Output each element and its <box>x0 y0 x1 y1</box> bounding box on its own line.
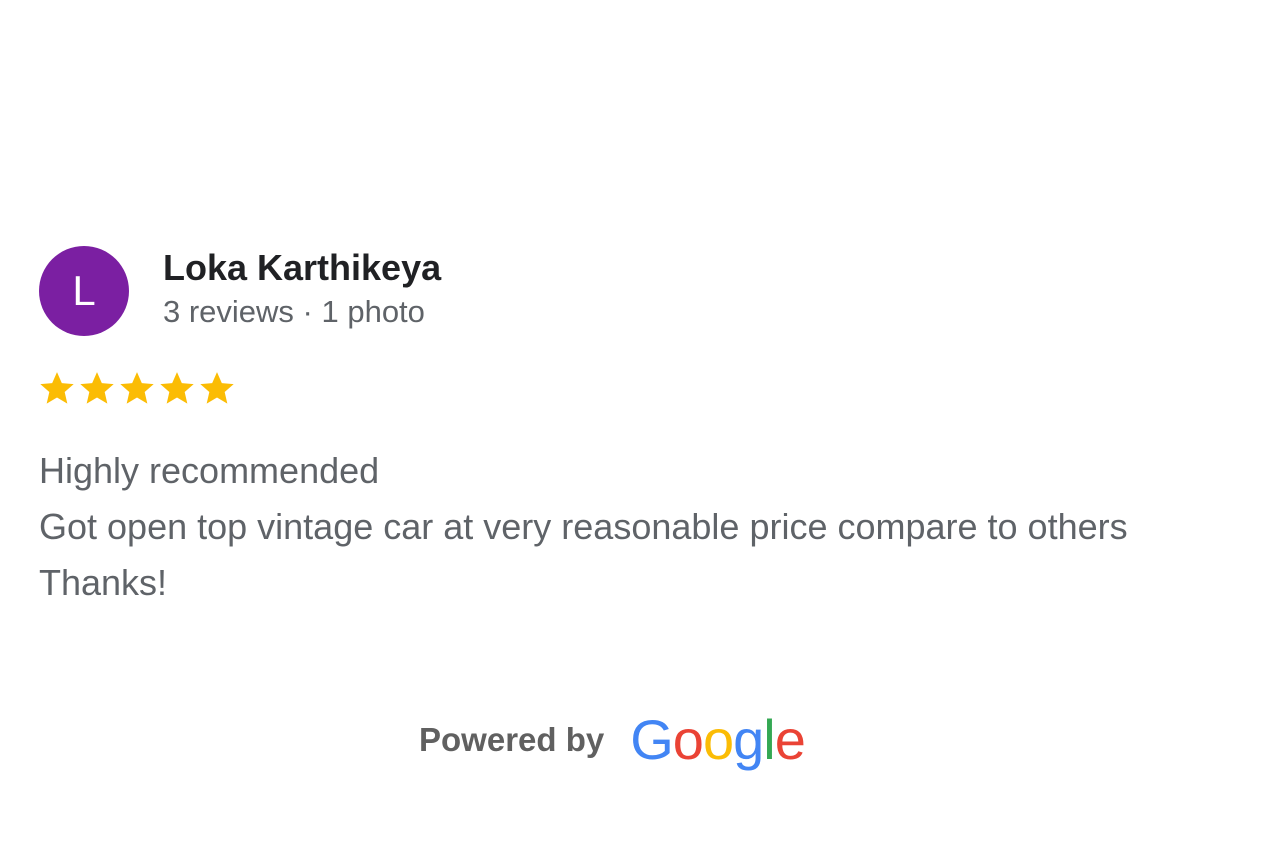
star-icon <box>200 372 234 404</box>
review-line: Highly recommended <box>39 450 380 491</box>
star-rating <box>37 368 237 408</box>
reviewer-meta: 3 reviews · 1 photo <box>163 294 425 329</box>
avatar-initial: L <box>72 267 96 314</box>
google-logo-letter: e <box>774 708 806 771</box>
review-line: Got open top vintage car at very reasona… <box>39 506 1128 547</box>
google-logo-letter: l <box>763 708 775 771</box>
avatar[interactable]: L <box>39 246 129 336</box>
star-icon <box>120 372 154 404</box>
google-logo-letter: g <box>733 708 764 771</box>
google-logo-letter: o <box>672 708 704 771</box>
review-text: Highly recommended Got open top vintage … <box>39 443 1128 611</box>
google-logo-letter: o <box>702 708 734 771</box>
google-logo-letter: G <box>630 708 674 771</box>
star-icon <box>80 372 114 404</box>
review-line: Thanks! <box>39 562 168 603</box>
powered-by-label: Powered by <box>419 721 605 758</box>
star-icon <box>160 372 194 404</box>
star-icon <box>40 372 74 404</box>
google-logo: G o o g l e <box>630 708 806 771</box>
powered-by-google: Powered by G o o g l e <box>419 705 806 775</box>
review-card: L Loka Karthikeya 3 reviews · 1 photo Hi… <box>0 0 1280 853</box>
reviewer-name[interactable]: Loka Karthikeya <box>163 246 441 290</box>
